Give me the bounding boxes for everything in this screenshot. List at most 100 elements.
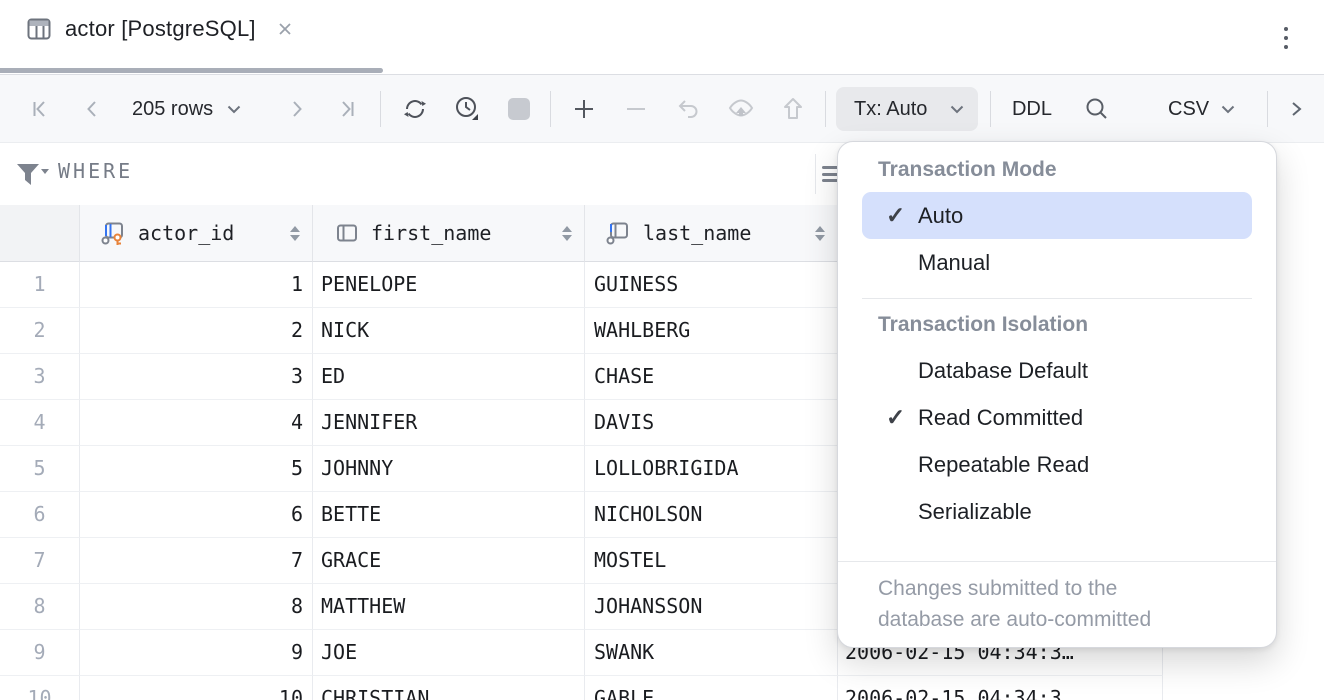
cell-first-name[interactable]: CHRISTIAN <box>313 676 585 700</box>
ddl-label: DDL <box>1012 98 1052 121</box>
popup-footer-line: database are auto-committed <box>878 604 1252 635</box>
preview-changes-icon <box>727 95 755 123</box>
cell-actor-id[interactable]: 2 <box>80 308 313 354</box>
cell-first-name[interactable]: NICK <box>313 308 585 354</box>
cell-last-name[interactable]: GABLE <box>585 676 838 700</box>
cell-actor-id[interactable]: 6 <box>80 492 313 538</box>
row-number[interactable]: 3 <box>0 354 80 400</box>
cell-first-name[interactable]: GRACE <box>313 538 585 584</box>
header-corner-cell[interactable] <box>0 205 80 262</box>
cell-actor-id[interactable]: 3 <box>80 354 313 400</box>
cell-actor-id[interactable]: 4 <box>80 400 313 446</box>
toolbar-separator <box>1267 91 1268 127</box>
checkmark-icon: ✓ <box>886 406 918 429</box>
toolbar-separator <box>380 91 381 127</box>
column-header-actor-id[interactable]: actor_id <box>80 205 313 262</box>
schedule-icon[interactable] <box>453 95 481 123</box>
cell-last-name[interactable]: SWANK <box>585 630 838 676</box>
row-number[interactable]: 7 <box>0 538 80 584</box>
row-number[interactable]: 5 <box>0 446 80 492</box>
row-number[interactable]: 1 <box>0 262 80 308</box>
popup-footer-line: Changes submitted to the <box>878 573 1252 604</box>
toolbar-separator <box>825 91 826 127</box>
cell-last-name[interactable]: GUINESS <box>585 262 838 308</box>
column-icon <box>334 220 360 246</box>
menu-item-serializable[interactable]: Serializable <box>862 488 1252 535</box>
cell-last-name[interactable]: JOHANSSON <box>585 584 838 630</box>
first-page-icon[interactable] <box>26 95 54 123</box>
cell-first-name[interactable]: JOHNNY <box>313 446 585 492</box>
cell-last-name[interactable]: WAHLBERG <box>585 308 838 354</box>
close-icon[interactable] <box>277 21 293 37</box>
submit-icon <box>779 95 807 123</box>
chevron-down-icon <box>227 105 241 114</box>
row-number[interactable]: 9 <box>0 630 80 676</box>
table-row: 1010CHRISTIANGABLE2006-02-15 04:34:3… <box>0 676 1324 700</box>
page-size-button[interactable]: 205 rows <box>126 91 247 127</box>
cell-first-name[interactable]: BETTE <box>313 492 585 538</box>
menu-item-read-committed[interactable]: ✓Read Committed <box>862 394 1252 441</box>
cell-actor-id[interactable]: 9 <box>80 630 313 676</box>
chevron-down-icon <box>1221 105 1235 114</box>
cell-last-update[interactable]: 2006-02-15 04:34:3… <box>838 676 1163 700</box>
cell-first-name[interactable]: MATTHEW <box>313 584 585 630</box>
row-number[interactable]: 6 <box>0 492 80 538</box>
tx-mode-label: Tx: Auto <box>854 98 927 121</box>
popup-separator <box>862 298 1252 299</box>
delete-row-icon <box>622 95 650 123</box>
previous-page-icon[interactable] <box>78 95 106 123</box>
cell-actor-id[interactable]: 7 <box>80 538 313 584</box>
cell-first-name[interactable]: PENELOPE <box>313 262 585 308</box>
where-keyword[interactable]: WHERE <box>58 159 133 183</box>
row-number[interactable]: 10 <box>0 676 80 700</box>
undo-icon <box>674 95 702 123</box>
primary-key-column-icon <box>101 220 127 246</box>
tab-actor-postgresql[interactable]: actor [PostgreSQL] <box>26 16 293 42</box>
column-header-first-name[interactable]: first_name <box>313 205 585 262</box>
menu-item-auto[interactable]: ✓Auto <box>862 192 1252 239</box>
chevron-right-icon[interactable] <box>1282 95 1310 123</box>
row-count-label: 205 rows <box>132 98 213 121</box>
cell-first-name[interactable]: JOE <box>313 630 585 676</box>
cell-actor-id[interactable]: 1 <box>80 262 313 308</box>
csv-label: CSV <box>1168 98 1209 121</box>
cell-last-name[interactable]: MOSTEL <box>585 538 838 584</box>
cell-actor-id[interactable]: 8 <box>80 584 313 630</box>
sort-toggle-icon[interactable] <box>562 226 572 241</box>
sort-toggle-icon[interactable] <box>290 226 300 241</box>
ddl-button[interactable]: DDL <box>1002 91 1062 127</box>
menu-item-label: Serializable <box>918 499 1032 525</box>
menu-item-label: Auto <box>918 203 963 229</box>
add-row-icon[interactable] <box>570 95 598 123</box>
cell-last-name[interactable]: CHASE <box>585 354 838 400</box>
funnel-icon[interactable] <box>14 160 50 188</box>
cell-first-name[interactable]: JENNIFER <box>313 400 585 446</box>
refresh-icon[interactable] <box>401 95 429 123</box>
column-name: first_name <box>371 221 491 245</box>
cell-last-name[interactable]: LOLLOBRIGIDA <box>585 446 838 492</box>
menu-item-label: Database Default <box>918 358 1088 384</box>
cell-actor-id[interactable]: 5 <box>80 446 313 492</box>
cell-last-name[interactable]: DAVIS <box>585 400 838 446</box>
menu-item-repeatable-read[interactable]: Repeatable Read <box>862 441 1252 488</box>
tx-mode-button[interactable]: Tx: Auto <box>836 87 978 131</box>
column-name: actor_id <box>138 221 234 245</box>
menu-item-manual[interactable]: Manual <box>862 239 1252 286</box>
stop-icon <box>505 95 533 123</box>
search-icon[interactable] <box>1083 95 1111 123</box>
table-icon <box>26 16 52 42</box>
checkmark-icon: ✓ <box>886 204 918 227</box>
cell-first-name[interactable]: ED <box>313 354 585 400</box>
last-page-icon[interactable] <box>333 95 361 123</box>
cell-actor-id[interactable]: 10 <box>80 676 313 700</box>
menu-item-database-default[interactable]: Database Default <box>862 347 1252 394</box>
row-number[interactable]: 2 <box>0 308 80 354</box>
cell-last-name[interactable]: NICHOLSON <box>585 492 838 538</box>
next-page-icon[interactable] <box>283 95 311 123</box>
sort-toggle-icon[interactable] <box>815 226 825 241</box>
export-format-button[interactable]: CSV <box>1168 91 1235 127</box>
kebab-menu-icon[interactable] <box>1274 24 1298 52</box>
row-number[interactable]: 4 <box>0 400 80 446</box>
row-number[interactable]: 8 <box>0 584 80 630</box>
column-header-last-name[interactable]: last_name <box>585 205 838 262</box>
